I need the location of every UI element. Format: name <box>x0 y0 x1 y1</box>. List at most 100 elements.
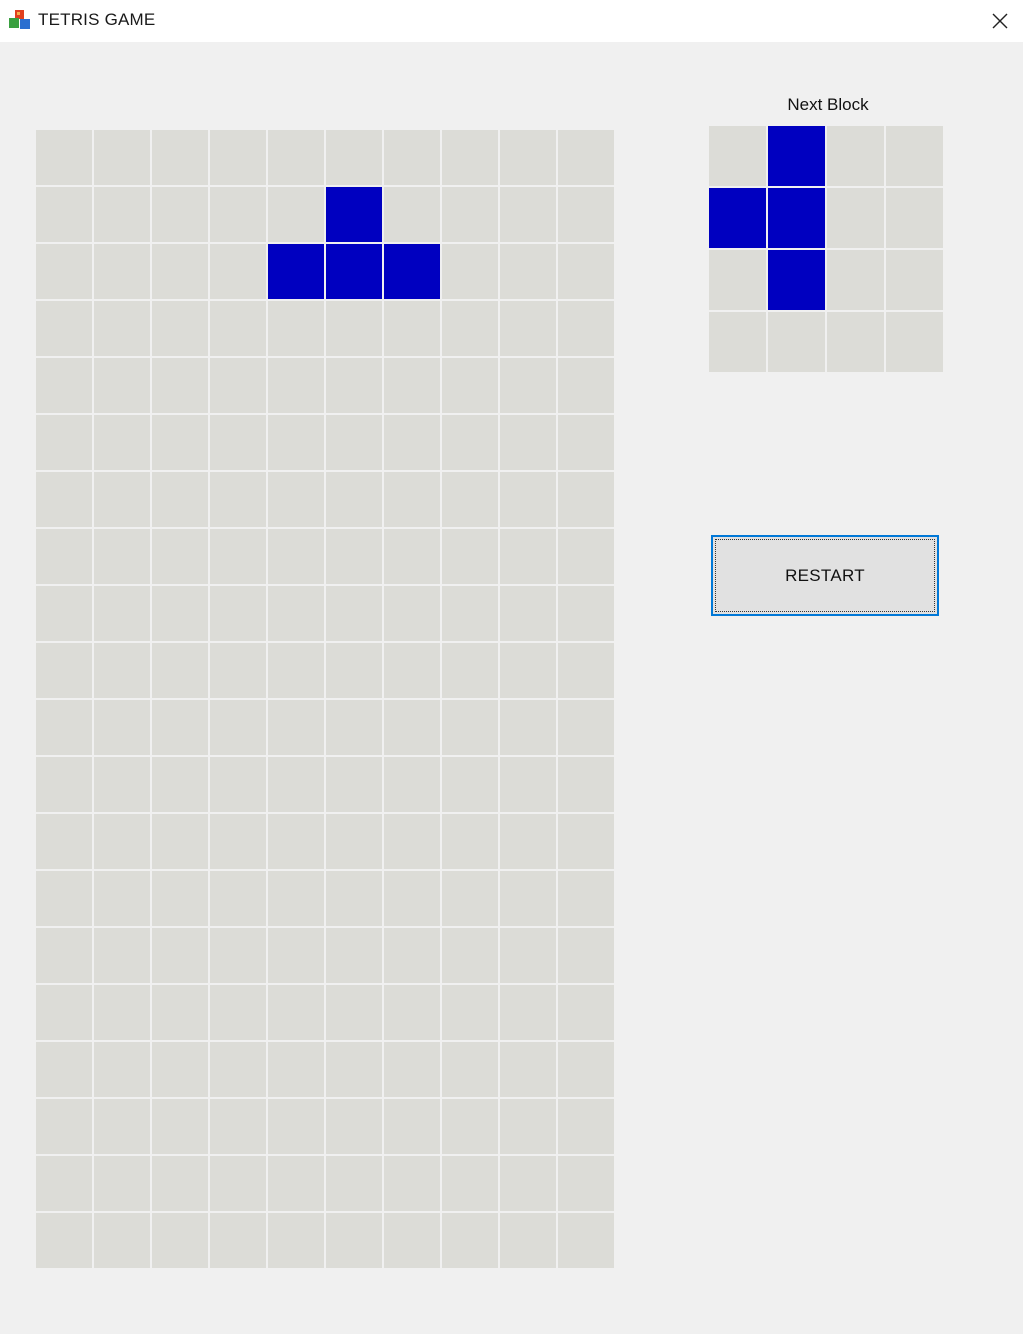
board-cell <box>558 244 614 299</box>
board-cell <box>500 1042 556 1097</box>
board-cell <box>94 928 150 983</box>
board-cell <box>210 472 266 527</box>
board-cell <box>384 1042 440 1097</box>
board-cell <box>152 985 208 1040</box>
board-cell <box>36 415 92 470</box>
board-cell <box>94 1099 150 1154</box>
board-cell <box>500 358 556 413</box>
board-cell <box>326 1099 382 1154</box>
title-bar: TETRIS GAME <box>0 0 1023 42</box>
restart-button[interactable]: RESTART <box>711 535 939 616</box>
board-cell <box>500 1213 556 1268</box>
close-button[interactable] <box>977 0 1023 42</box>
next-cell-filled <box>768 126 825 186</box>
board-cell <box>500 244 556 299</box>
tetris-cubes-icon <box>9 10 30 29</box>
board-cell <box>152 643 208 698</box>
board-cell <box>210 928 266 983</box>
next-cell <box>886 312 943 372</box>
next-cell-filled <box>768 188 825 248</box>
board-cell <box>268 529 324 584</box>
board-cell <box>210 301 266 356</box>
board-cell <box>326 700 382 755</box>
board-cell <box>558 301 614 356</box>
board-cell <box>36 1156 92 1211</box>
board-cell <box>94 244 150 299</box>
board-cell <box>210 187 266 242</box>
board-cell <box>500 472 556 527</box>
board-cell <box>152 529 208 584</box>
next-block-label: Next Block <box>787 95 869 114</box>
board-cell <box>384 985 440 1040</box>
board-cell <box>442 187 498 242</box>
board-cell <box>558 187 614 242</box>
board-cell <box>442 529 498 584</box>
board-cell <box>36 187 92 242</box>
board-cell <box>36 985 92 1040</box>
board-cell <box>384 472 440 527</box>
board-cell <box>500 928 556 983</box>
board-cell <box>500 187 556 242</box>
board-cell <box>326 985 382 1040</box>
board-cell <box>36 586 92 641</box>
next-cell <box>827 188 884 248</box>
board-cell <box>384 757 440 812</box>
board-cell <box>268 814 324 869</box>
board-cell <box>326 301 382 356</box>
board-cell <box>442 1042 498 1097</box>
board-cell <box>36 928 92 983</box>
board-cell <box>152 244 208 299</box>
board-cell <box>268 358 324 413</box>
board-cell <box>36 529 92 584</box>
board-cell <box>326 130 382 185</box>
board-cell <box>558 757 614 812</box>
board-cell <box>268 1156 324 1211</box>
next-block-preview <box>709 126 945 374</box>
board-cell <box>326 928 382 983</box>
next-cell <box>709 250 766 310</box>
next-cell <box>886 250 943 310</box>
next-cell <box>827 126 884 186</box>
board-cell <box>268 1042 324 1097</box>
board-cell <box>442 1099 498 1154</box>
board-cell <box>268 871 324 926</box>
board-cell <box>384 700 440 755</box>
board-cell <box>210 358 266 413</box>
board-cell <box>94 1042 150 1097</box>
board-cell <box>94 757 150 812</box>
board-cell <box>210 1213 266 1268</box>
board-cell <box>152 1213 208 1268</box>
board-cell <box>384 187 440 242</box>
board-cell <box>326 643 382 698</box>
board-cell <box>384 415 440 470</box>
board-cell <box>500 529 556 584</box>
board-cell <box>558 814 614 869</box>
board-cell <box>210 871 266 926</box>
board-cell <box>94 130 150 185</box>
board-cell <box>210 814 266 869</box>
board-cell <box>558 1042 614 1097</box>
board-cell <box>210 643 266 698</box>
board-cell <box>152 1099 208 1154</box>
board-cell <box>268 643 324 698</box>
board-cell <box>326 529 382 584</box>
board-cell <box>94 301 150 356</box>
board-cell <box>558 415 614 470</box>
board-cell <box>442 757 498 812</box>
board-cell <box>94 358 150 413</box>
board-cell <box>442 814 498 869</box>
board-cell <box>558 871 614 926</box>
board-cell <box>558 1156 614 1211</box>
board-cell <box>326 1156 382 1211</box>
board-cell <box>36 358 92 413</box>
board-cell <box>94 643 150 698</box>
board-cell <box>152 700 208 755</box>
board-cell <box>326 757 382 812</box>
board-cell <box>36 757 92 812</box>
next-cell <box>886 126 943 186</box>
board-cell <box>268 187 324 242</box>
board-cell <box>500 985 556 1040</box>
board-cell <box>384 358 440 413</box>
board-cell <box>94 700 150 755</box>
next-cell <box>827 312 884 372</box>
